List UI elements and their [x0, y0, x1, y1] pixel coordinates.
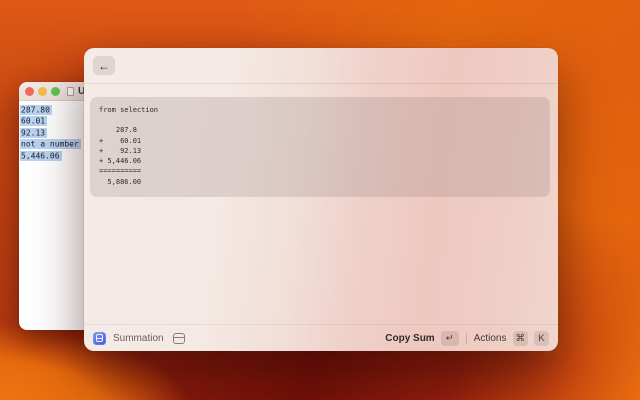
- summation-launcher-window: ← from selection 287.8 + 60.01 + 92.13 +…: [84, 48, 558, 351]
- close-button[interactable]: [25, 87, 34, 96]
- footer-actions-group: Copy Sum ↵ Actions ⌘ K: [385, 331, 549, 346]
- k-key-icon: K: [534, 331, 549, 346]
- storage-icon: [173, 333, 185, 344]
- minimize-button[interactable]: [38, 87, 47, 96]
- back-arrow-icon: ←: [98, 60, 110, 72]
- actions-button[interactable]: Actions ⌘ K: [474, 331, 549, 346]
- back-button[interactable]: ←: [93, 56, 115, 75]
- actions-label: Actions: [474, 333, 507, 344]
- footer-divider: [466, 333, 467, 344]
- summation-header: ←: [84, 48, 558, 84]
- summation-footer-bar: Summation Copy Sum ↵ Actions ⌘ K: [84, 324, 558, 351]
- copy-sum-label: Copy Sum: [385, 333, 434, 344]
- sum-source-label: from selection: [99, 105, 541, 115]
- summation-glyph-icon: [96, 334, 103, 342]
- summation-app-icon: [93, 332, 106, 345]
- copy-sum-button[interactable]: Copy Sum ↵: [385, 331, 458, 346]
- footer-app-name: Summation: [113, 333, 164, 344]
- document-icon: [67, 87, 74, 96]
- sum-calculation-block: 287.8 + 60.01 + 92.13 + 5,446.06 =======…: [99, 125, 541, 187]
- zoom-button[interactable]: [51, 87, 60, 96]
- command-key-icon: ⌘: [513, 331, 529, 346]
- return-key-icon: ↵: [441, 331, 459, 346]
- sum-result-panel: from selection 287.8 + 60.01 + 92.13 + 5…: [90, 97, 550, 197]
